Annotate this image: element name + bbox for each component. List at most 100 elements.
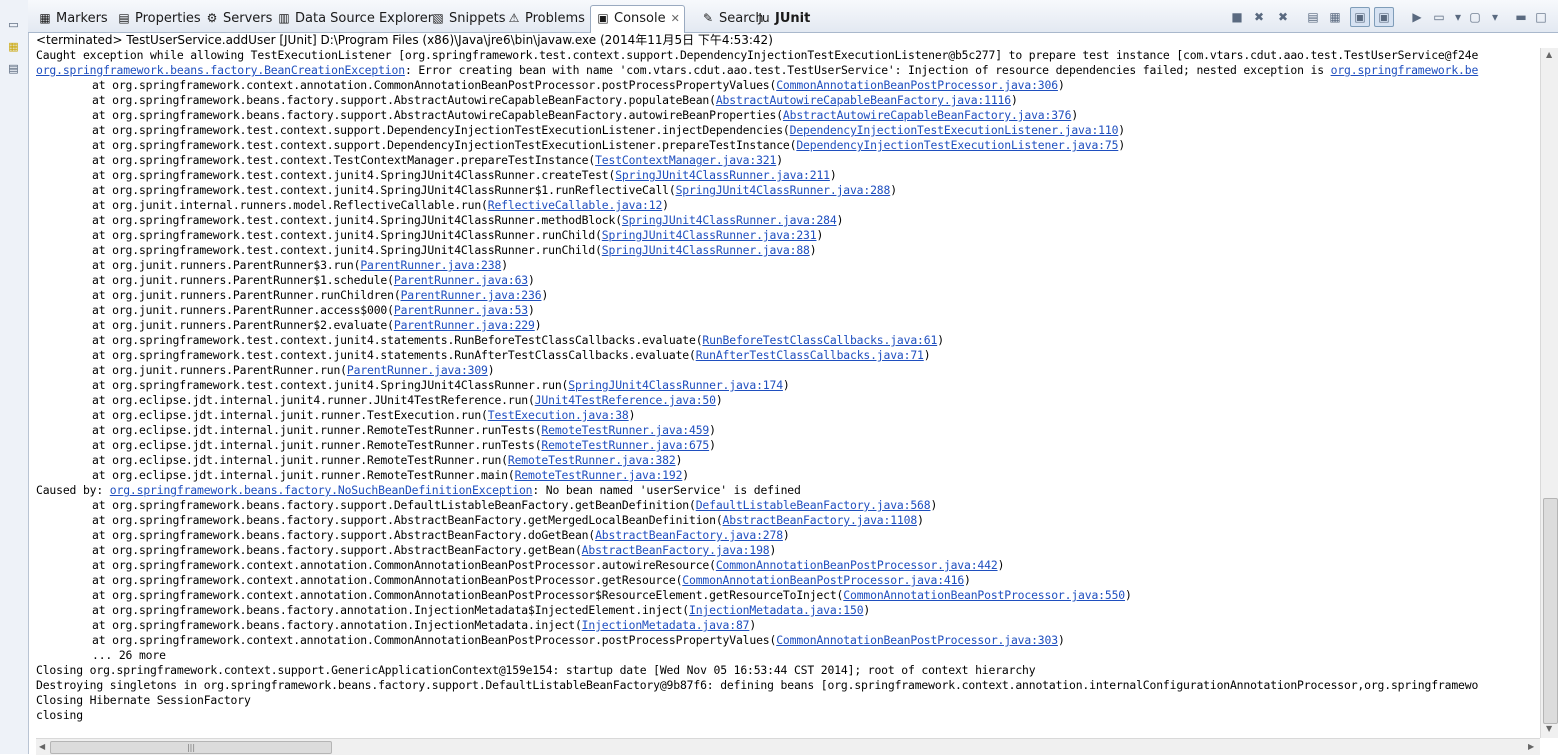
stack-trace-link[interactable]: ReflectiveCallable.java:12 xyxy=(488,198,663,212)
console-text: at org.junit.runners.ParentRunner.run( xyxy=(92,363,347,377)
stack-trace-link[interactable]: RunAfterTestClassCallbacks.java:71 xyxy=(696,348,924,362)
tab-snippets[interactable]: ▧ Snippets xyxy=(430,6,505,30)
stack-trace-link[interactable]: ParentRunner.java:63 xyxy=(394,273,528,287)
display-console-icon[interactable]: ▭ xyxy=(1430,8,1448,26)
stack-trace-link[interactable]: ParentRunner.java:236 xyxy=(401,288,542,302)
pin-console-icon[interactable]: ▶ xyxy=(1408,8,1426,26)
console-text: ) xyxy=(782,528,790,542)
remove-launch-icon[interactable]: ✖ xyxy=(1250,8,1268,26)
stack-trace-link[interactable]: ParentRunner.java:238 xyxy=(360,258,501,272)
console-output[interactable]: Caught exception while allowing TestExec… xyxy=(36,48,1540,738)
close-icon[interactable]: ✕ xyxy=(671,12,680,25)
stack-trace-link[interactable]: SpringJUnit4ClassRunner.java:231 xyxy=(602,228,817,242)
stack-trace-link[interactable]: SpringJUnit4ClassRunner.java:288 xyxy=(676,183,891,197)
remove-all-icon[interactable]: ✖ xyxy=(1274,8,1292,26)
stack-trace-link[interactable]: ParentRunner.java:309 xyxy=(347,363,488,377)
console-text: ) xyxy=(1071,108,1079,122)
stack-trace-link[interactable]: CommonAnnotationBeanPostProcessor.java:3… xyxy=(776,78,1058,92)
scroll-lock-icon[interactable]: ▤ xyxy=(1304,8,1322,26)
stack-trace-link[interactable]: DependencyInjectionTestExecutionListener… xyxy=(790,123,1119,137)
stack-trace-link[interactable]: RemoteTestRunner.java:382 xyxy=(508,453,676,467)
stack-trace-link[interactable]: AbstractBeanFactory.java:198 xyxy=(582,543,770,557)
stack-trace-link[interactable]: SpringJUnit4ClassRunner.java:284 xyxy=(622,213,837,227)
stack-trace-link[interactable]: SpringJUnit4ClassRunner.java:211 xyxy=(615,168,830,182)
console-line: at org.springframework.beans.factory.ann… xyxy=(36,603,870,618)
stack-trace-link[interactable]: RemoteTestRunner.java:459 xyxy=(541,423,709,437)
open-console-icon[interactable]: ▢ xyxy=(1466,8,1484,26)
scroll-right-icon[interactable]: ▶ xyxy=(1528,742,1534,751)
console-text: ) xyxy=(1057,78,1065,92)
console-text: at org.springframework.test.context.juni… xyxy=(92,168,616,182)
console-text: at org.springframework.test.context.juni… xyxy=(92,228,602,242)
console-line: at org.springframework.test.context.juni… xyxy=(36,333,944,348)
stack-trace-link[interactable]: SpringJUnit4ClassRunner.java:88 xyxy=(602,243,810,257)
stack-trace-link[interactable]: RemoteTestRunner.java:675 xyxy=(541,438,709,452)
console-text: ) xyxy=(675,453,683,467)
console-text: ) xyxy=(709,438,716,452)
scroll-left-icon[interactable]: ◀ xyxy=(39,742,45,751)
tab-markers[interactable]: ▦ Markers xyxy=(37,6,107,30)
stack-trace-link[interactable]: org.springframework.be xyxy=(1331,63,1479,77)
show-stderr-icon[interactable]: ▣ xyxy=(1374,7,1394,27)
show-stdout-icon[interactable]: ▣ xyxy=(1350,7,1370,27)
stack-trace-link[interactable]: SpringJUnit4ClassRunner.java:174 xyxy=(568,378,783,392)
console-text: at org.springframework.beans.factory.sup… xyxy=(92,513,723,527)
console-text: : Error creating bean with name 'com.vta… xyxy=(404,63,1331,77)
tab-problems[interactable]: ⚠ Problems xyxy=(506,6,585,30)
horizontal-scrollbar[interactable]: ◀ ||| ▶ xyxy=(36,738,1540,755)
console-line: at org.eclipse.jdt.internal.junit.runner… xyxy=(36,468,689,483)
outline-icon[interactable]: ▤ xyxy=(6,62,21,75)
console-text: ) xyxy=(997,558,1005,572)
stack-trace-link[interactable]: AbstractBeanFactory.java:278 xyxy=(595,528,783,542)
tab-data-source-explorer[interactable]: ▥ Data Source Explorer xyxy=(276,6,433,30)
scroll-down-icon[interactable]: ▼ xyxy=(1546,724,1552,733)
stack-trace-link[interactable]: InjectionMetadata.java:87 xyxy=(582,618,750,632)
vertical-scroll-thumb[interactable] xyxy=(1543,498,1558,724)
console-icon: ▣ xyxy=(597,11,609,25)
stack-trace-link[interactable]: ParentRunner.java:229 xyxy=(394,318,535,332)
stack-trace-link[interactable]: TestContextManager.java:321 xyxy=(595,153,776,167)
tab-console[interactable]: ▣ Console ✕ xyxy=(590,5,685,33)
console-text: ) xyxy=(1057,633,1065,647)
stack-trace-link[interactable]: DefaultListableBeanFactory.java:568 xyxy=(696,498,931,512)
stack-trace-link[interactable]: org.springframework.beans.factory.NoSuch… xyxy=(110,483,533,497)
horizontal-scroll-thumb[interactable]: ||| xyxy=(50,741,332,754)
restore-icon[interactable]: ▭ xyxy=(6,18,21,31)
stack-trace-link[interactable]: AbstractAutowireCapableBeanFactory.java:… xyxy=(716,93,1011,107)
vertical-scrollbar[interactable]: ▲ ▼ xyxy=(1540,48,1558,738)
stack-trace-link[interactable]: CommonAnnotationBeanPostProcessor.java:4… xyxy=(716,558,998,572)
terminate-icon[interactable]: ■ xyxy=(1228,8,1246,26)
stack-trace-link[interactable]: AbstractBeanFactory.java:1108 xyxy=(723,513,918,527)
console-line: at org.springframework.beans.factory.sup… xyxy=(36,93,1018,108)
tab-servers[interactable]: ⚙ Servers xyxy=(204,6,273,30)
console-text: at org.springframework.beans.factory.sup… xyxy=(92,93,716,107)
stack-trace-link[interactable]: InjectionMetadata.java:150 xyxy=(689,603,864,617)
tab-properties[interactable]: ▤ Properties xyxy=(116,6,200,30)
stack-trace-link[interactable]: CommonAnnotationBeanPostProcessor.java:3… xyxy=(776,633,1058,647)
package-explorer-icon[interactable]: ▦ xyxy=(6,40,21,53)
console-line: at org.springframework.beans.factory.sup… xyxy=(36,543,776,558)
stack-trace-link[interactable]: AbstractAutowireCapableBeanFactory.java:… xyxy=(783,108,1072,122)
search-icon: ✎ xyxy=(702,11,714,25)
console-line: at org.springframework.beans.factory.ann… xyxy=(36,618,756,633)
console-line: at org.springframework.test.context.juni… xyxy=(36,228,823,243)
tab-label: Servers xyxy=(223,11,273,26)
tab-search[interactable]: ✎ Search xyxy=(700,6,764,30)
stack-trace-link[interactable]: CommonAnnotationBeanPostProcessor.java:5… xyxy=(843,588,1125,602)
stack-trace-link[interactable]: CommonAnnotationBeanPostProcessor.java:4… xyxy=(682,573,964,587)
stack-trace-link[interactable]: TestExecution.java:38 xyxy=(488,408,629,422)
dropdown-icon[interactable]: ▾ xyxy=(1486,8,1504,26)
scroll-up-icon[interactable]: ▲ xyxy=(1546,50,1552,59)
tab-label: Snippets xyxy=(449,11,506,26)
dropdown-icon[interactable]: ▾ xyxy=(1449,8,1467,26)
maximize-icon[interactable]: □ xyxy=(1532,8,1550,26)
stack-trace-link[interactable]: RunBeforeTestClassCallbacks.java:61 xyxy=(702,333,937,347)
tab-junit[interactable]: Ju JUnit xyxy=(756,6,810,30)
stack-trace-link[interactable]: JUnit4TestReference.java:50 xyxy=(535,393,716,407)
stack-trace-link[interactable]: RemoteTestRunner.java:192 xyxy=(515,468,683,482)
stack-trace-link[interactable]: ParentRunner.java:53 xyxy=(394,303,528,317)
clear-console-icon[interactable]: ▦ xyxy=(1326,8,1344,26)
minimize-icon[interactable]: ▬ xyxy=(1512,8,1530,26)
stack-trace-link[interactable]: DependencyInjectionTestExecutionListener… xyxy=(796,138,1118,152)
stack-trace-link[interactable]: org.springframework.beans.factory.BeanCr… xyxy=(36,63,405,77)
